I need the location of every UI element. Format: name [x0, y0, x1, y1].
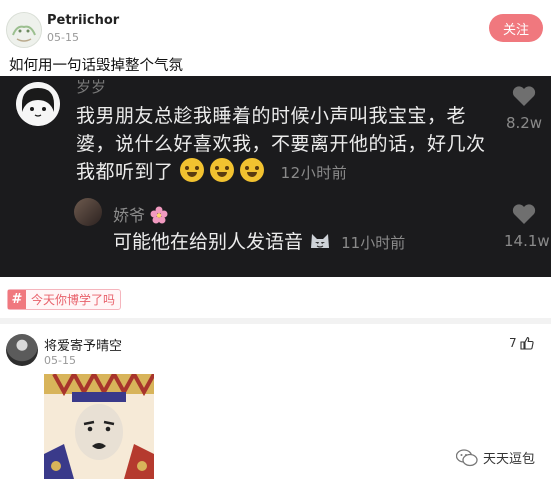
- topic-tag-label: 今天你博学了吗: [31, 293, 116, 307]
- partial-commenter-name: 岁岁: [76, 78, 107, 96]
- divider: [0, 318, 551, 324]
- grin-sweat-emoji-icon: [240, 158, 265, 182]
- hashtag-icon: #: [8, 290, 26, 309]
- post-date: 05-15: [44, 354, 76, 367]
- comment-2-text: 可能他在给别人发语音: [113, 231, 304, 253]
- avatar[interactable]: [6, 334, 38, 366]
- grin-sweat-emoji-icon: [210, 158, 235, 182]
- thumbs-up-icon: [520, 336, 534, 350]
- grin-sweat-emoji-icon: [180, 158, 205, 182]
- heart-icon: [512, 204, 536, 224]
- meme-image[interactable]: [44, 374, 154, 479]
- username[interactable]: 将爱寄予晴空: [44, 335, 122, 354]
- comment-1-like: 8.2w: [504, 84, 544, 132]
- comment-1: 我男朋友总趁我睡着的时候小声叫我宝宝，老婆，说什么好喜欢我，不要离开他的话，好几…: [76, 102, 496, 187]
- commenter-avatar: [16, 82, 60, 126]
- avatar[interactable]: [6, 12, 42, 48]
- comment-1-time: 12小时前: [280, 164, 348, 182]
- commenter-2-name: 娇爷: [113, 202, 168, 226]
- comment-2-time: 11小时前: [341, 234, 406, 252]
- husky-emoji-icon: [311, 234, 330, 248]
- topic-tag[interactable]: # 今天你博学了吗: [7, 289, 122, 310]
- wechat-icon: [456, 448, 478, 466]
- comment-2-like: 14.1w: [504, 202, 550, 250]
- follow-button[interactable]: 关注: [489, 14, 543, 42]
- comment-1-like-count: 8.2w: [505, 114, 543, 132]
- username[interactable]: Petriichor: [47, 13, 119, 28]
- embedded-screenshot: 岁岁 我男朋友总趁我睡着的时候小声叫我宝宝，老婆，说什么好喜欢我，不要离开他的话…: [0, 76, 551, 277]
- like-button[interactable]: 7: [509, 336, 534, 350]
- like-count: 7: [509, 336, 517, 350]
- watermark: 天天逗包: [456, 448, 535, 467]
- comment-2: 可能他在给别人发语音 11小时前: [113, 227, 405, 254]
- watermark-text: 天天逗包: [483, 452, 536, 467]
- commenter-2-avatar: [74, 198, 102, 226]
- comment-2-like-count: 14.1w: [504, 232, 550, 250]
- heart-icon: [512, 86, 536, 106]
- post-title: 如何用一句话毁掉整个气氛: [9, 58, 183, 74]
- post-date: 05-15: [47, 31, 79, 44]
- flower-icon: [150, 206, 168, 224]
